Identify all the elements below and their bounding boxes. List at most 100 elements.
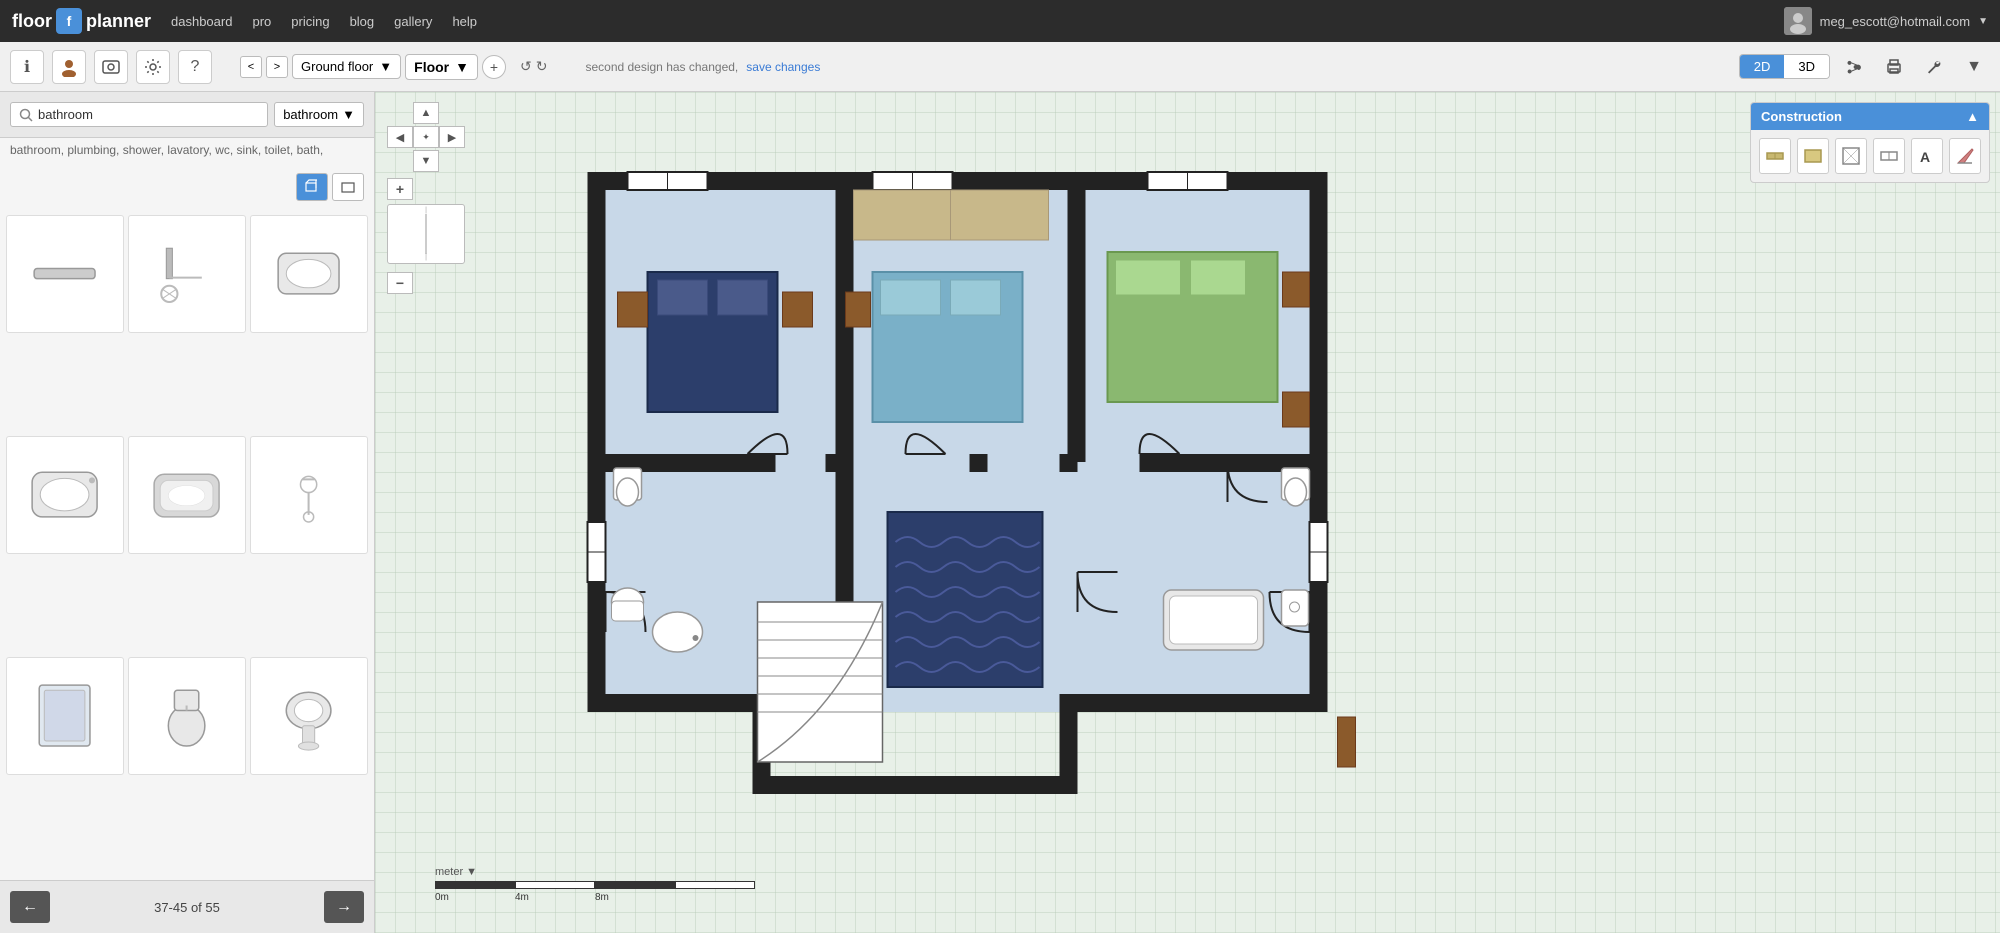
status-text: second design has changed, <box>585 60 738 74</box>
nav-pro[interactable]: pro <box>252 14 271 29</box>
text-tool[interactable]: A <box>1911 138 1943 174</box>
construction-title: Construction <box>1761 109 1842 124</box>
ceiling-tool[interactable] <box>1835 138 1867 174</box>
user-dropdown-icon[interactable]: ▼ <box>1978 16 1988 27</box>
photos-button[interactable] <box>94 50 128 84</box>
item-bathtub2[interactable] <box>128 436 246 554</box>
nav-blog[interactable]: blog <box>350 14 375 29</box>
next-page-button[interactable]: → <box>324 891 364 923</box>
scale-bar: meter ▼ 0m 4m 8m <box>435 866 755 903</box>
pagination: ← 37-45 of 55 → <box>0 880 374 933</box>
main-area: bathroom ▼ bathroom, plumbing, shower, l… <box>0 92 2000 933</box>
window-tool[interactable] <box>1873 138 1905 174</box>
floor-selector: < > Ground floor ▼ Floor ▼ + <box>240 54 506 80</box>
scale-label-8: 8m <box>595 892 675 903</box>
page-info: 37-45 of 55 <box>154 900 220 915</box>
user-email: meg_escott@hotmail.com <box>1820 14 1970 29</box>
prev-page-button[interactable]: ← <box>10 891 50 923</box>
scale-labels: 0m 4m 8m <box>435 892 755 903</box>
nav-pricing[interactable]: pricing <box>291 14 329 29</box>
floor-plan <box>375 92 2000 933</box>
category-dropdown-icon: ▼ <box>342 107 355 122</box>
3d-items-button[interactable] <box>296 173 328 201</box>
canvas-area[interactable]: ▲ ◀ ✦ ▶ ▼ + | | − <box>375 92 2000 933</box>
help-button[interactable]: ? <box>178 50 212 84</box>
construction-tools: A <box>1751 130 1989 182</box>
save-changes-link[interactable]: save changes <box>746 60 820 74</box>
construction-panel: Construction ▲ <box>1750 102 1990 183</box>
add-floor-button[interactable]: + <box>482 55 506 79</box>
undo-redo-area: ↺ ↻ <box>520 58 547 75</box>
avatar <box>1784 7 1812 35</box>
scale-visual <box>435 881 755 889</box>
item-shower[interactable] <box>128 215 246 333</box>
floor-tool[interactable] <box>1797 138 1829 174</box>
user-area: meg_escott@hotmail.com ▼ <box>1784 7 1988 35</box>
logo-text-part1: floor <box>12 11 52 32</box>
info-button[interactable]: ℹ <box>10 50 44 84</box>
category-dropdown[interactable]: bathroom ▼ <box>274 102 364 127</box>
main-toolbar: ℹ ? < > Ground floor ▼ Floor ▼ + ↺ ↻ sec… <box>0 42 2000 92</box>
view-toggle: 2D 3D <box>1739 54 1830 79</box>
right-toolbar: 2D 3D ▼ <box>1739 51 1990 83</box>
item-shower-tray[interactable] <box>6 215 124 333</box>
floor-prev-button[interactable]: < <box>240 56 262 78</box>
scale-unit-label: meter <box>435 866 463 878</box>
item-bathtub1[interactable] <box>6 436 124 554</box>
3d-view-button[interactable]: 3D <box>1784 55 1829 78</box>
nav-dashboard[interactable]: dashboard <box>171 14 232 29</box>
scale-unit-dropdown[interactable]: meter ▼ <box>435 866 755 878</box>
item-urinal[interactable] <box>128 657 246 775</box>
redo-button[interactable]: ↻ <box>536 58 548 75</box>
floor-dropdown[interactable]: Ground floor ▼ <box>292 54 401 79</box>
floor-next-button[interactable]: > <box>266 56 288 78</box>
view-dropdown-icon: ▼ <box>455 59 469 75</box>
svg-text:A: A <box>1920 149 1930 165</box>
profile-button[interactable] <box>52 50 86 84</box>
search-icon <box>19 108 33 122</box>
share-button[interactable] <box>1838 51 1870 83</box>
category-label: bathroom <box>283 107 338 122</box>
view-mode-buttons <box>0 165 374 209</box>
scale-segment-3 <box>595 881 675 889</box>
wrench-button[interactable] <box>1918 51 1950 83</box>
view-label: Floor <box>414 59 449 75</box>
2d-view-button[interactable]: 2D <box>1740 55 1785 78</box>
floor-label: Ground floor <box>301 59 373 74</box>
construction-collapse-icon: ▲ <box>1966 109 1979 124</box>
scale-segment-1 <box>435 881 515 889</box>
item-faucet[interactable] <box>250 436 368 554</box>
2d-items-button[interactable] <box>332 173 364 201</box>
item-sink-pedestal[interactable] <box>250 657 368 775</box>
scale-label-0: 0m <box>435 892 515 903</box>
logo[interactable]: floor f planner <box>12 8 151 34</box>
search-box <box>10 102 268 127</box>
settings-button[interactable] <box>136 50 170 84</box>
search-tags: bathroom, plumbing, shower, lavatory, wc… <box>0 138 374 165</box>
wall-tool[interactable] <box>1759 138 1791 174</box>
more-button[interactable]: ▼ <box>1958 51 1990 83</box>
search-input[interactable] <box>38 107 259 122</box>
search-area: bathroom ▼ <box>0 92 374 138</box>
logo-text-part2: planner <box>86 11 151 32</box>
view-dropdown[interactable]: Floor ▼ <box>405 54 478 80</box>
item-mirror[interactable] <box>6 657 124 775</box>
top-navigation: floor f planner dashboard pro pricing bl… <box>0 0 2000 42</box>
view-mode-area: bathroom, plumbing, shower, lavatory, wc… <box>0 138 374 209</box>
erase-tool[interactable] <box>1949 138 1981 174</box>
scale-label-4: 4m <box>515 892 595 903</box>
scale-segment-2 <box>515 881 595 889</box>
status-bar: second design has changed, save changes <box>585 60 820 74</box>
print-button[interactable] <box>1878 51 1910 83</box>
floor-dropdown-icon: ▼ <box>379 59 392 74</box>
scale-segment-4 <box>675 881 755 889</box>
items-grid <box>0 209 374 880</box>
nav-help[interactable]: help <box>452 14 477 29</box>
item-bathtub-angled[interactable] <box>250 215 368 333</box>
left-panel: bathroom ▼ bathroom, plumbing, shower, l… <box>0 92 375 933</box>
construction-panel-header[interactable]: Construction ▲ <box>1751 103 1989 130</box>
undo-button[interactable]: ↺ <box>520 58 532 75</box>
logo-icon: f <box>56 8 82 34</box>
scale-unit-icon: ▼ <box>466 866 477 878</box>
nav-gallery[interactable]: gallery <box>394 14 432 29</box>
